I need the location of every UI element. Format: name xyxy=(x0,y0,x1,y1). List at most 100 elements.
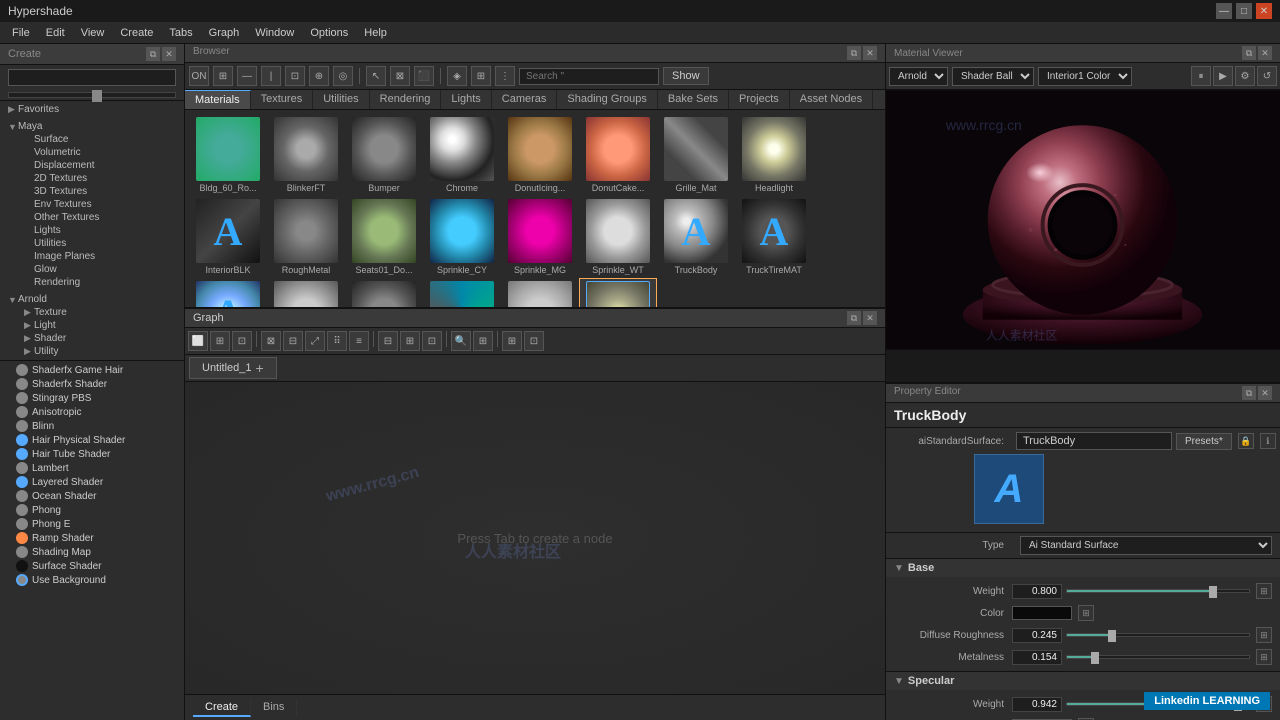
menu-create[interactable]: Create xyxy=(112,25,161,41)
tree-maya-displacement[interactable]: Displacement xyxy=(20,159,180,172)
tab-lights[interactable]: Lights xyxy=(441,90,491,109)
mat-blinkerft[interactable]: BlinkerFT xyxy=(267,114,345,196)
shader-layered[interactable]: Layered Shader xyxy=(0,475,184,489)
shader-phong-e[interactable]: Phong E xyxy=(0,517,184,531)
graph-tb-layout[interactable]: ⠿ xyxy=(327,331,347,351)
shader-stingray-pbs[interactable]: Stingray PBS xyxy=(0,391,184,405)
mat-bumper[interactable]: Bumper xyxy=(345,114,423,196)
shader-ramp[interactable]: Ramp Shader xyxy=(0,531,184,545)
section-base-header[interactable]: ▼ Base xyxy=(886,559,1280,577)
graph-tb-spread[interactable]: ⊡ xyxy=(422,331,442,351)
graph-close-button[interactable]: ✕ xyxy=(863,311,877,325)
mv-pause-btn[interactable]: ⏸ xyxy=(1191,66,1211,86)
mat-sprinklcy[interactable]: Sprinkle_CY xyxy=(423,196,501,278)
base-color-expand[interactable]: ⊞ xyxy=(1078,605,1094,621)
graph-tb-frame[interactable]: ⊞ xyxy=(210,331,230,351)
toolbar-lasso[interactable]: ⊠ xyxy=(390,66,410,86)
maximize-button[interactable]: □ xyxy=(1236,3,1252,19)
base-weight-handle[interactable] xyxy=(1209,586,1217,598)
tree-arnold-shader[interactable]: ▶Shader xyxy=(20,332,180,345)
arnold-select[interactable]: Arnold xyxy=(889,67,948,86)
graph-float-button[interactable]: ⧉ xyxy=(847,311,861,325)
specular-weight-value[interactable]: 0.942 xyxy=(1012,697,1062,712)
diffuse-roughness-expand[interactable]: ⊞ xyxy=(1256,627,1272,643)
tree-maya-lights[interactable]: Lights xyxy=(20,224,180,237)
tree-favorites[interactable]: ▶ Favorites xyxy=(4,103,180,116)
mat-chrome[interactable]: Chrome xyxy=(423,114,501,196)
info-icon[interactable]: ℹ xyxy=(1260,433,1276,449)
menu-view[interactable]: View xyxy=(73,25,113,41)
minimize-button[interactable]: — xyxy=(1216,3,1232,19)
graph-tb-align[interactable]: ≡ xyxy=(349,331,369,351)
tree-arnold-texture[interactable]: ▶Texture xyxy=(20,306,180,319)
mat-donuticing[interactable]: DonutIcing... xyxy=(501,114,579,196)
mat-phong1[interactable]: phong1 xyxy=(501,278,579,307)
toolbar-icon3[interactable]: | xyxy=(261,66,281,86)
menu-window[interactable]: Window xyxy=(247,25,302,41)
metalness-expand[interactable]: ⊞ xyxy=(1256,649,1272,665)
mat-seats01[interactable]: Seats01_Do... xyxy=(345,196,423,278)
menu-help[interactable]: Help xyxy=(356,25,395,41)
graph-tb-arrange[interactable]: ⊡ xyxy=(524,331,544,351)
graph-tb-alignv[interactable]: ⊞ xyxy=(400,331,420,351)
bottom-tab-bins[interactable]: Bins xyxy=(251,699,297,717)
shader-use-background[interactable]: Use Background xyxy=(0,573,184,587)
create-panel-float[interactable]: ⧉ xyxy=(146,47,160,61)
toolbar-node1[interactable]: ⊞ xyxy=(471,66,491,86)
shader-hair-tube[interactable]: Hair Tube Shader xyxy=(0,447,184,461)
graph-tb-zoom[interactable]: ⊡ xyxy=(232,331,252,351)
color-select[interactable]: Interior1 Color xyxy=(1038,67,1132,86)
shader-shaderfx-gamehair[interactable]: Shaderfx Game Hair xyxy=(0,363,184,377)
mat-lambert5[interactable]: lambert5 xyxy=(345,278,423,307)
base-weight-expand[interactable]: ⊞ xyxy=(1256,583,1272,599)
menu-graph[interactable]: Graph xyxy=(201,25,248,41)
tab-asset-nodes[interactable]: Asset Nodes xyxy=(790,90,873,109)
toolbar-icon6[interactable]: ◎ xyxy=(333,66,353,86)
tab-materials[interactable]: Materials xyxy=(185,90,251,109)
graph-tab-untitled1[interactable]: Untitled_1 + xyxy=(189,357,277,379)
create-search-input[interactable] xyxy=(8,69,176,86)
mat-grille[interactable]: Grille_Mat xyxy=(657,114,735,196)
size-slider[interactable] xyxy=(92,90,102,102)
graph-tb-search[interactable]: 🔍 xyxy=(451,331,471,351)
shader-shading-map[interactable]: Shading Map xyxy=(0,545,184,559)
mat-interiorblk[interactable]: A InteriorBLK xyxy=(189,196,267,278)
tree-maya-2dtextures[interactable]: 2D Textures xyxy=(20,172,180,185)
mat-lambert1[interactable]: lambert1 xyxy=(267,278,345,307)
mat-sprinklwt[interactable]: Sprinkle_WT xyxy=(579,196,657,278)
tree-arnold-root[interactable]: ▼ Arnold xyxy=(4,293,180,306)
shader-blinn[interactable]: Blinn xyxy=(0,419,184,433)
shader-ball-select[interactable]: Shader Ball xyxy=(952,67,1034,86)
mv-render-btn[interactable]: ▶ xyxy=(1213,66,1233,86)
shader-hair-physical[interactable]: Hair Physical Shader xyxy=(0,433,184,447)
metalness-value[interactable]: 0.154 xyxy=(1012,650,1062,665)
shader-phong[interactable]: Phong xyxy=(0,503,184,517)
browser-close-button[interactable]: ✕ xyxy=(863,46,877,60)
graph-tb-connect[interactable]: ⤢ xyxy=(305,331,325,351)
tab-cameras[interactable]: Cameras xyxy=(492,90,558,109)
graph-tb-select[interactable]: ⬜ xyxy=(188,331,208,351)
toolbar-toggle-on[interactable]: ON xyxy=(189,66,209,86)
toolbar-icon5[interactable]: ⊕ xyxy=(309,66,329,86)
tab-projects[interactable]: Projects xyxy=(729,90,790,109)
type-select[interactable]: Ai Standard Surface xyxy=(1020,536,1272,555)
menu-file[interactable]: File xyxy=(4,25,38,41)
shader-anisotropic[interactable]: Anisotropic xyxy=(0,405,184,419)
mv-settings-btn[interactable]: ⚙ xyxy=(1235,66,1255,86)
base-color-swatch[interactable] xyxy=(1012,606,1072,620)
mv-refresh-btn[interactable]: ↺ xyxy=(1257,66,1277,86)
toolbar-graph[interactable]: ◈ xyxy=(447,66,467,86)
toolbar-select[interactable]: ↖ xyxy=(366,66,386,86)
lock-icon[interactable]: 🔒 xyxy=(1238,433,1254,449)
mat-sprinklmg[interactable]: Sprinkle_MG xyxy=(501,196,579,278)
graph-tb-grid[interactable]: ⊞ xyxy=(502,331,522,351)
pe-float-button[interactable]: ⧉ xyxy=(1242,386,1256,400)
tree-maya-root[interactable]: ▼ Maya xyxy=(4,120,180,133)
tree-maya-envtextures[interactable]: Env Textures xyxy=(20,198,180,211)
base-weight-slider[interactable] xyxy=(1066,589,1250,593)
graph-tb-input[interactable]: ⊠ xyxy=(261,331,281,351)
menu-tabs[interactable]: Tabs xyxy=(161,25,200,41)
tree-maya-glow[interactable]: Glow xyxy=(20,263,180,276)
mat-bldg60ro[interactable]: Bldg_60_Ro... xyxy=(189,114,267,196)
close-button[interactable]: ✕ xyxy=(1256,3,1272,19)
